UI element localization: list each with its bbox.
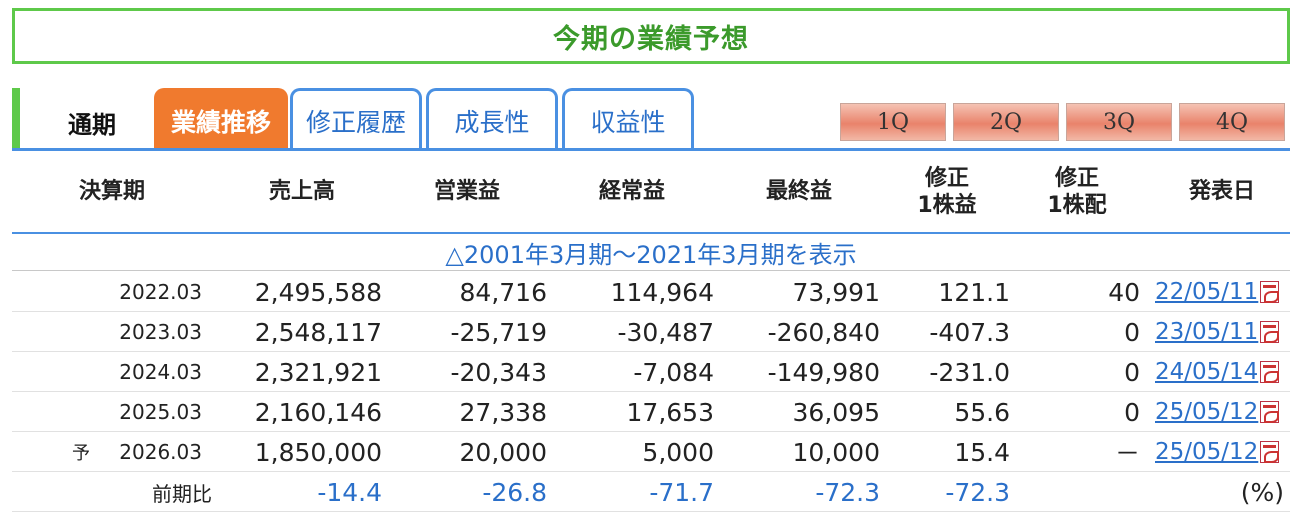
tab-revision-history[interactable]: 修正履歴 xyxy=(290,88,422,150)
table-row: 2024.03 2,321,921 -20,343 -7,084 -149,98… xyxy=(12,352,1290,392)
operating-profit-cell: 20,000 xyxy=(459,437,547,467)
title-bar: 今期の業績予想 xyxy=(12,8,1290,64)
ordinary-profit-cell: 17,653 xyxy=(626,397,714,427)
quarter-4q-button[interactable]: 4Q xyxy=(1179,103,1285,141)
period-cell: 2026.03 xyxy=(119,440,202,464)
period-cell: 2024.03 xyxy=(119,360,202,384)
net-profit-cell: 73,991 xyxy=(792,277,880,307)
announce-date-link[interactable]: 22/05/11 xyxy=(1155,279,1258,305)
tabs-row: 通期 業績推移 修正履歴 成長性 収益性 1Q 2Q 3Q 4Q xyxy=(12,86,1290,152)
col-period: 決算期 xyxy=(78,179,145,205)
eps-cell: 55.6 xyxy=(954,397,1010,427)
sales-cell: 2,548,117 xyxy=(254,317,382,347)
pdf-icon[interactable] xyxy=(1260,441,1280,463)
dividend-cell: 0 xyxy=(1124,357,1140,387)
col-ordinary-profit: 経常益 xyxy=(598,179,665,205)
col-operating-profit: 営業益 xyxy=(433,179,500,205)
announce-date-cell: 23/05/11 xyxy=(1155,312,1290,352)
operating-profit-cell: 84,716 xyxy=(459,277,547,307)
dividend-cell: 40 xyxy=(1108,277,1140,307)
table-row: 2023.03 2,548,117 -25,719 -30,487 -260,8… xyxy=(12,312,1290,352)
expand-history-link[interactable]: △2001年3月期～2021年3月期を表示 xyxy=(12,234,1290,270)
eps-ratio: -72.3 xyxy=(945,477,1010,507)
tab-full-year[interactable]: 通期 xyxy=(32,94,152,150)
green-marker xyxy=(12,88,20,150)
operating-profit-cell: -20,343 xyxy=(450,357,548,387)
announce-date-cell: 25/05/12 xyxy=(1155,432,1290,472)
quarter-2q-button[interactable]: 2Q xyxy=(953,103,1059,141)
net-profit-ratio: -72.3 xyxy=(815,477,880,507)
eps-cell: 121.1 xyxy=(938,277,1010,307)
announce-date-link[interactable]: 25/05/12 xyxy=(1155,439,1258,465)
operating-profit-ratio: -26.8 xyxy=(482,477,547,507)
tab-performance-history[interactable]: 業績推移 xyxy=(154,88,288,150)
col-dividend: 修正 1株配 xyxy=(1047,165,1107,219)
table-header: 決算期 売上高 営業益 経常益 最終益 修正 1株益 修正 1株配 発表日 xyxy=(12,152,1290,232)
ordinary-profit-cell: -7,084 xyxy=(633,357,714,387)
announce-date-cell: 22/05/11 xyxy=(1155,272,1290,312)
announce-date-cell: 24/05/14 xyxy=(1155,352,1290,392)
col-sales: 売上高 xyxy=(268,179,335,205)
dividend-cell: 0 xyxy=(1124,397,1140,427)
col-eps: 修正 1株益 xyxy=(917,165,977,219)
sales-cell: 2,495,588 xyxy=(254,277,382,307)
forecast-mark: 予 xyxy=(72,443,90,464)
net-profit-cell: -149,980 xyxy=(767,357,880,387)
quarter-1q-button[interactable]: 1Q xyxy=(840,103,946,141)
quarter-3q-button[interactable]: 3Q xyxy=(1066,103,1172,141)
net-profit-cell: 10,000 xyxy=(792,437,880,467)
table-row: 予 2026.03 1,850,000 20,000 5,000 10,000 … xyxy=(12,432,1290,472)
period-cell: 2025.03 xyxy=(119,400,202,424)
net-profit-cell: 36,095 xyxy=(792,397,880,427)
col-net-profit: 最終益 xyxy=(765,179,832,205)
ordinary-profit-ratio: -71.7 xyxy=(649,477,714,507)
table-row: 2025.03 2,160,146 27,338 17,653 36,095 5… xyxy=(12,392,1290,432)
sales-cell: 2,321,921 xyxy=(254,357,382,387)
announce-date-cell: 25/05/12 xyxy=(1155,392,1290,432)
announce-date-link[interactable]: 25/05/12 xyxy=(1155,399,1258,425)
unit-percent: (%) xyxy=(1240,477,1284,507)
announce-date-link[interactable]: 23/05/11 xyxy=(1155,319,1258,345)
operating-profit-cell: -25,719 xyxy=(450,317,548,347)
ordinary-profit-cell: 114,964 xyxy=(610,277,714,307)
sales-cell: 2,160,146 xyxy=(254,397,382,427)
eps-cell: -407.3 xyxy=(929,317,1010,347)
pdf-icon[interactable] xyxy=(1260,401,1280,423)
eps-cell: -231.0 xyxy=(929,357,1010,387)
period-cell: 2022.03 xyxy=(119,280,202,304)
tab-underline xyxy=(12,148,1290,151)
eps-cell: 15.4 xyxy=(954,437,1010,467)
divider xyxy=(12,511,1290,512)
net-profit-cell: -260,840 xyxy=(767,317,880,347)
tab-profitability[interactable]: 収益性 xyxy=(562,88,694,150)
period-cell: 2023.03 xyxy=(119,320,202,344)
ordinary-profit-cell: -30,487 xyxy=(617,317,715,347)
dividend-cell: － xyxy=(1114,439,1140,468)
table-row: 2022.03 2,495,588 84,716 114,964 73,991 … xyxy=(12,272,1290,312)
tab-growth[interactable]: 成長性 xyxy=(426,88,558,150)
page-title: 今期の業績予想 xyxy=(553,23,749,55)
pdf-icon[interactable] xyxy=(1260,321,1280,343)
operating-profit-cell: 27,338 xyxy=(459,397,547,427)
dividend-cell: 0 xyxy=(1124,317,1140,347)
yoy-ratio-row: 前期比 -14.4 -26.8 -71.7 -72.3 -72.3 (%) xyxy=(12,472,1290,512)
ratio-label: 前期比 xyxy=(152,481,212,506)
pdf-icon[interactable] xyxy=(1260,281,1280,303)
sales-ratio: -14.4 xyxy=(317,477,382,507)
divider xyxy=(12,270,1290,271)
pdf-icon[interactable] xyxy=(1260,361,1280,383)
ordinary-profit-cell: 5,000 xyxy=(642,437,714,467)
announce-date-link[interactable]: 24/05/14 xyxy=(1155,359,1258,385)
sales-cell: 1,850,000 xyxy=(254,437,382,467)
col-announce-date: 発表日 xyxy=(1188,179,1255,205)
